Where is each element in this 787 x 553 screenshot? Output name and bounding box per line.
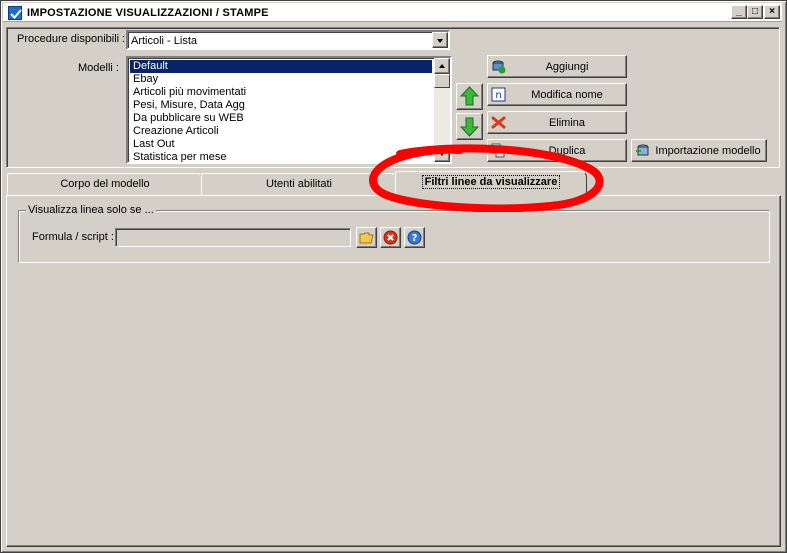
tab-corpo-del-modello[interactable]: Corpo del modello bbox=[7, 173, 203, 195]
combo-dropdown-button[interactable] bbox=[432, 32, 448, 48]
procedure-value: Articoli - Lista bbox=[131, 35, 198, 47]
tab-label: Corpo del modello bbox=[60, 178, 150, 190]
modelli-label: Modelli : bbox=[78, 62, 119, 74]
aggiungi-button[interactable]: Aggiungi bbox=[487, 55, 627, 78]
duplica-button[interactable]: Duplica bbox=[487, 139, 627, 162]
scroll-thumb[interactable] bbox=[434, 74, 450, 88]
title-bar[interactable]: IMPOSTAZIONE VISUALIZZAZIONI / STAMPE bbox=[3, 3, 782, 22]
list-item[interactable]: Default bbox=[129, 59, 433, 74]
importazione-label: Importazione modello bbox=[655, 145, 761, 157]
listbox-scrollbar[interactable] bbox=[434, 58, 450, 162]
svg-text:?: ? bbox=[412, 233, 418, 244]
list-item[interactable]: Da pubblicare su WEB bbox=[130, 112, 432, 125]
modelli-listbox[interactable]: Default Ebay Articoli più movimentati Pe… bbox=[126, 56, 452, 164]
clear-formula-button[interactable] bbox=[380, 227, 401, 248]
svg-text:n: n bbox=[495, 90, 501, 101]
list-item[interactable]: Statistica per mese bbox=[130, 151, 432, 162]
duplicate-icon bbox=[491, 143, 505, 158]
rename-icon: n bbox=[491, 87, 506, 102]
tab-filtri-linee[interactable]: Filtri linee da visualizzare bbox=[395, 171, 587, 197]
modifica-nome-label: Modifica nome bbox=[531, 89, 603, 101]
modifica-nome-button[interactable]: n Modifica nome bbox=[487, 83, 627, 106]
formula-field[interactable] bbox=[115, 228, 351, 247]
chevron-down-icon bbox=[439, 152, 445, 156]
clear-icon bbox=[383, 230, 398, 245]
maximize-button[interactable]: □ bbox=[747, 5, 763, 19]
tab-label: Utenti abilitati bbox=[265, 178, 333, 190]
chevron-up-icon bbox=[439, 64, 445, 68]
green-arrow-up-icon bbox=[459, 86, 480, 106]
tab-utenti-abilitati[interactable]: Utenti abilitati bbox=[201, 173, 397, 195]
minimize-button[interactable]: _ bbox=[731, 5, 747, 19]
move-down-button[interactable] bbox=[456, 113, 483, 140]
list-item[interactable]: Ebay bbox=[130, 73, 432, 86]
import-icon bbox=[636, 144, 649, 156]
duplica-label: Duplica bbox=[548, 145, 586, 157]
elimina-label: Elimina bbox=[548, 117, 586, 129]
move-up-button[interactable] bbox=[456, 83, 483, 110]
delete-x-icon bbox=[491, 116, 506, 129]
close-button[interactable]: × bbox=[764, 5, 780, 19]
chevron-down-icon bbox=[437, 39, 443, 43]
list-item[interactable]: Articoli più movimentati bbox=[130, 86, 432, 99]
procedure-label: Procedure disponibili : bbox=[17, 33, 126, 45]
open-folder-button[interactable] bbox=[356, 227, 377, 248]
importazione-modello-button[interactable]: Importazione modello bbox=[631, 139, 767, 162]
aggiungi-label: Aggiungi bbox=[545, 61, 589, 73]
green-arrow-down-icon bbox=[459, 117, 480, 137]
procedure-combo[interactable]: Articoli - Lista bbox=[126, 30, 450, 50]
folder-icon bbox=[359, 232, 374, 244]
checkmark-icon bbox=[8, 6, 22, 20]
tab-label: Filtri linee da visualizzare bbox=[421, 175, 561, 189]
add-database-icon bbox=[492, 60, 506, 74]
scroll-down-button[interactable] bbox=[434, 146, 450, 162]
help-button[interactable]: ? bbox=[404, 227, 425, 248]
filter-group-title: Visualizza linea solo se ... bbox=[26, 204, 156, 216]
list-item[interactable]: Creazione Articoli bbox=[130, 125, 432, 138]
window-title: IMPOSTAZIONE VISUALIZZAZIONI / STAMPE bbox=[27, 7, 269, 19]
help-icon: ? bbox=[407, 230, 422, 245]
list-item[interactable]: Pesi, Misure, Data Agg bbox=[130, 99, 432, 112]
elimina-button[interactable]: Elimina bbox=[487, 111, 627, 134]
formula-label: Formula / script : bbox=[32, 231, 114, 243]
list-item[interactable]: Last Out bbox=[130, 138, 432, 151]
scroll-up-button[interactable] bbox=[434, 58, 450, 74]
